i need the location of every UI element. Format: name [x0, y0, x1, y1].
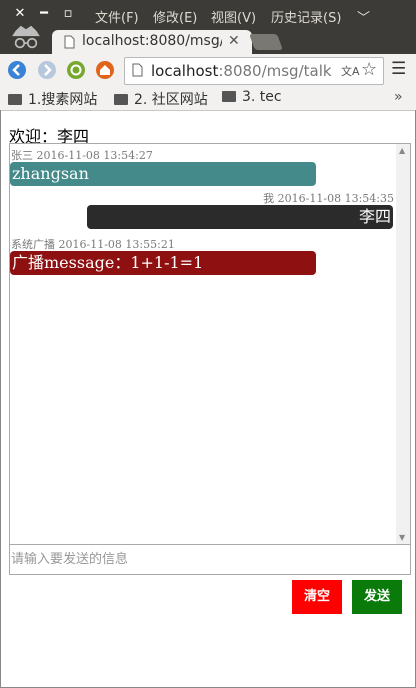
tab-strip: localhost:8080/msg/ ✕ [0, 25, 416, 54]
bookmarks-bar: 1.搜素网站 2. 社区网站 3. tec » [0, 86, 416, 111]
message-input[interactable]: 请输入要发送的信息 [9, 544, 411, 575]
folder-icon [114, 94, 128, 105]
forward-icon[interactable] [38, 61, 56, 79]
bookmark-item[interactable]: 3. tec [222, 89, 282, 105]
scrollbar[interactable]: ▲ ▼ [396, 144, 410, 544]
message-meta: 系统广播 2016-11-08 13:55:21 [11, 238, 175, 251]
address-bar[interactable]: localhost:8080/msg/talk 文A ☆ [124, 57, 384, 85]
clear-button[interactable]: 清空 [292, 580, 342, 614]
tab-close-icon[interactable]: ✕ [228, 33, 240, 49]
bookmark-item[interactable]: 1.搜素网站 [8, 89, 97, 109]
translate-icon[interactable]: 文A [341, 63, 360, 79]
bookmark-star-icon[interactable]: ☆ [361, 59, 377, 80]
menu-edit[interactable]: 修改(E) [153, 7, 197, 26]
reload-icon[interactable] [67, 61, 85, 79]
send-button[interactable]: 发送 [352, 580, 402, 614]
back-icon[interactable] [8, 61, 26, 79]
menu-file[interactable]: 文件(F) [95, 7, 139, 26]
bookmarks-overflow-icon[interactable]: » [394, 89, 403, 105]
tab-active[interactable]: localhost:8080/msg/ ✕ [52, 30, 252, 54]
maximize-window-icon[interactable]: ▫ [60, 6, 76, 22]
minimize-window-icon[interactable]: ━ [36, 6, 52, 22]
home-icon[interactable] [96, 61, 114, 79]
scroll-down-icon[interactable]: ▼ [399, 533, 405, 542]
navigation-bar: localhost:8080/msg/talk 文A ☆ ☰ [0, 54, 416, 86]
message-bubble: zhangsan [10, 162, 316, 186]
url-text: localhost:8080/msg/talk [151, 62, 332, 80]
message-list[interactable]: 张三 2016-11-08 13:54:27 zhangsan 我 2016-1… [9, 143, 411, 545]
window-titlebar: ✕ ━ ▫ 文件(F) 修改(E) 视图(V) 历史记录(S) ﹀ [0, 0, 416, 30]
message-bubble: 广播message：1+1-1=1 [10, 251, 316, 275]
menu-more-chevron-icon[interactable]: ﹀ [357, 7, 370, 26]
menu-hamburger-icon[interactable]: ☰ [391, 59, 406, 79]
window-frame-left [0, 110, 1, 688]
message-bubble: 李四 [87, 205, 393, 229]
bookmark-item[interactable]: 2. 社区网站 [114, 89, 208, 109]
page-icon [64, 35, 75, 49]
page-icon [132, 63, 143, 77]
new-tab-button[interactable] [249, 34, 283, 50]
folder-icon [222, 91, 236, 102]
close-window-icon[interactable]: ✕ [12, 6, 28, 22]
message-input-placeholder: 请输入要发送的信息 [11, 552, 129, 567]
menu-history[interactable]: 历史记录(S) [271, 7, 341, 26]
message-meta: 张三 2016-11-08 13:54:27 [11, 149, 153, 162]
scroll-up-icon[interactable]: ▲ [399, 146, 405, 155]
tab-title: localhost:8080/msg/ [82, 33, 222, 49]
message-meta: 我 2016-11-08 13:54:35 [263, 192, 394, 205]
menu-view[interactable]: 视图(V) [211, 7, 256, 26]
incognito-icon [12, 25, 40, 49]
folder-icon [8, 94, 22, 105]
